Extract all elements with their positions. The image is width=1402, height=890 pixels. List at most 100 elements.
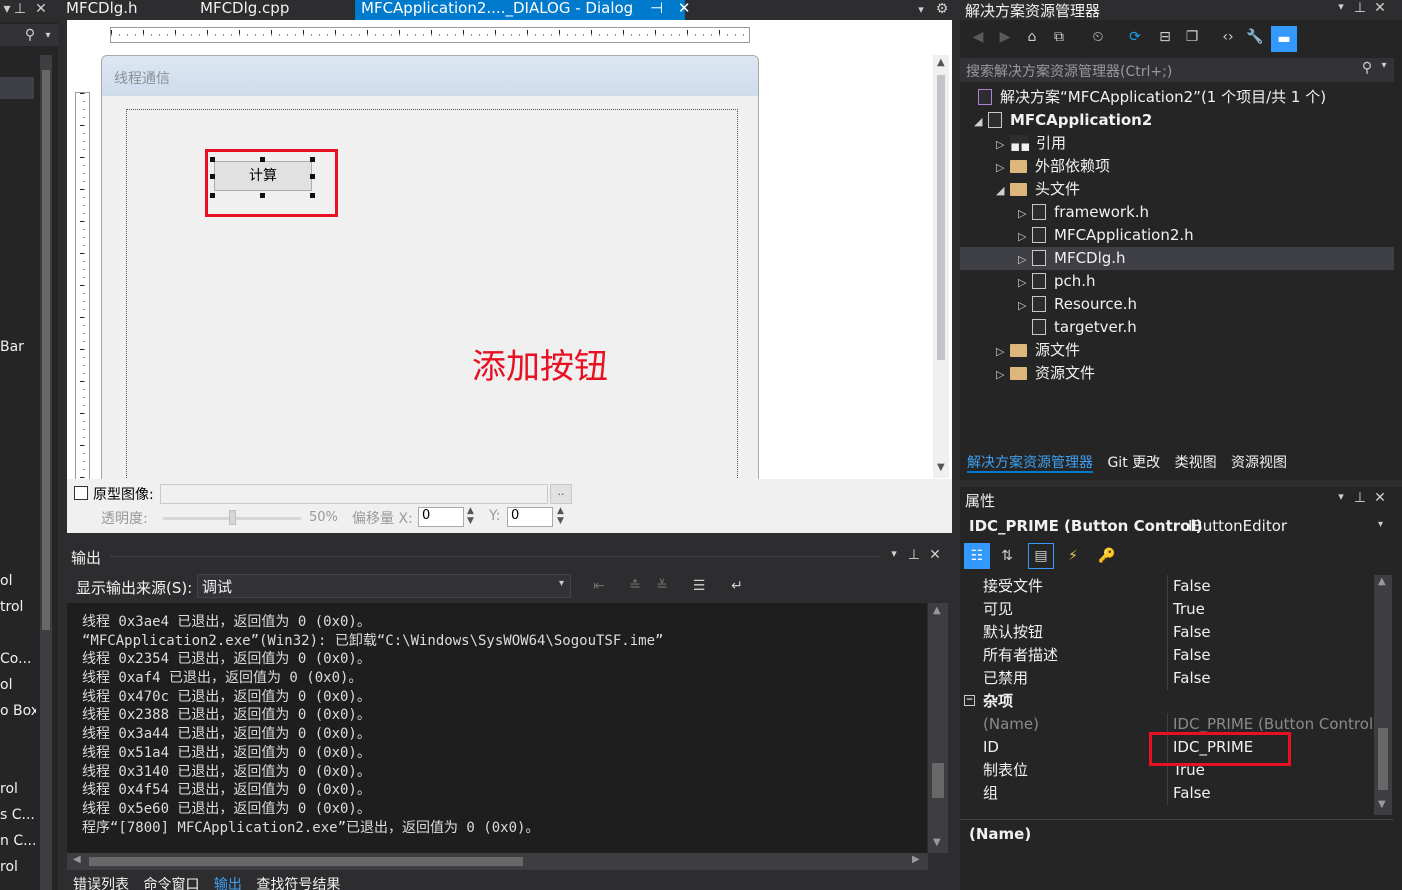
vertical-ruler[interactable] — [75, 92, 90, 498]
output-text-area[interactable]: 线程 0x3ae4 已退出，返回值为 0 (0x0)。 “MFCApplicat… — [67, 603, 927, 853]
tree-item-solution[interactable]: 解决方案“MFCApplication2”(1 个项目/共 1 个) — [960, 86, 1394, 109]
sync-icon[interactable]: ⟳ — [1125, 29, 1145, 45]
property-row[interactable]: 默认按钮 False — [960, 621, 1372, 644]
tree-item-header-files[interactable]: ◢ 头文件 — [960, 178, 1394, 201]
scroll-thumb[interactable] — [932, 763, 944, 798]
property-value[interactable]: False — [1173, 644, 1211, 667]
expanded-arrow-icon[interactable]: ◢ — [974, 110, 988, 133]
tab-mfcdlg-cpp[interactable]: MFCDlg.cpp — [200, 0, 350, 20]
collapsed-arrow-icon[interactable]: ▷ — [1018, 294, 1032, 317]
tab-mfcdlg-h[interactable]: MFCDlg.h — [66, 0, 196, 20]
dialog-window[interactable]: 线程通信 计算 添加按钮 — [101, 55, 759, 500]
back-icon[interactable]: ◀ — [968, 29, 988, 45]
opacity-slider-thumb[interactable] — [229, 510, 236, 525]
property-value[interactable]: False — [1173, 782, 1211, 805]
alphabetical-icon[interactable]: ⇅ — [994, 543, 1020, 569]
close-icon[interactable]: ✕ — [32, 0, 50, 18]
tab-solution-explorer[interactable]: 解决方案资源管理器 — [967, 455, 1093, 473]
tab-dialog[interactable]: MFCApplication2...._DIALOG - Dialog ⊣ ✕ — [355, 0, 690, 20]
property-value[interactable]: True — [1173, 598, 1205, 621]
property-row[interactable]: 接受文件 False — [960, 575, 1372, 598]
collapsed-arrow-icon[interactable]: ▷ — [1018, 202, 1032, 225]
tree-item-file[interactable]: ▷ MFCApplication2.h — [960, 224, 1394, 247]
tree-item-file[interactable]: ▷ Resource.h — [960, 293, 1394, 316]
close-icon[interactable]: ✕ — [678, 0, 691, 17]
goto-previous-icon[interactable]: ⇤ — [589, 576, 609, 596]
browse-button[interactable]: .. — [550, 484, 572, 504]
toolbox-item[interactable]: Co... — [0, 651, 36, 667]
tab-git-changes[interactable]: Git 更改 — [1107, 455, 1160, 471]
collapsed-arrow-icon[interactable]: ▷ — [996, 363, 1010, 386]
forward-icon[interactable]: ▶ — [995, 29, 1015, 45]
toolbox-item[interactable]: Bar — [0, 339, 36, 355]
tab-command-window[interactable]: 命令窗口 — [143, 877, 199, 890]
word-wrap-icon[interactable]: ↵ — [727, 576, 747, 596]
close-icon[interactable]: ✕ — [927, 547, 943, 563]
collapsed-arrow-icon[interactable]: ▷ — [996, 340, 1010, 363]
scroll-right-icon[interactable]: ▶ — [912, 854, 920, 865]
collapsed-arrow-icon[interactable]: ▷ — [1018, 248, 1032, 271]
panel-grip[interactable] — [111, 556, 879, 557]
collapsed-arrow-icon[interactable]: ▷ — [1018, 225, 1032, 248]
pending-changes-icon[interactable]: ⏲ — [1088, 29, 1108, 45]
collapsed-arrow-icon[interactable]: ▷ — [996, 133, 1010, 156]
clear-all-icon[interactable]: ☰ — [689, 576, 709, 596]
scroll-up-icon[interactable]: ▲ — [1378, 576, 1386, 587]
switch-views-icon[interactable]: ⧉ — [1049, 29, 1069, 45]
pin-icon[interactable]: ⊥ — [907, 547, 921, 563]
pin-icon[interactable]: ⊥ — [1353, 490, 1367, 506]
events-icon[interactable]: ⚡ — [1060, 543, 1086, 569]
scroll-down-icon[interactable]: ▼ — [1378, 799, 1386, 810]
prototype-checkbox[interactable] — [74, 486, 88, 500]
scroll-thumb[interactable] — [937, 75, 945, 360]
prototype-path-field[interactable] — [160, 484, 548, 504]
next-message-icon[interactable]: ≚ — [652, 576, 672, 596]
output-h-scrollbar[interactable]: ◀ ▶ — [67, 853, 928, 870]
property-value[interactable]: False — [1173, 575, 1211, 598]
property-value[interactable]: False — [1173, 621, 1211, 644]
code-view-icon[interactable]: ‹› — [1218, 29, 1238, 45]
output-v-scrollbar[interactable]: ▲ ▼ — [928, 603, 948, 853]
show-all-files-icon[interactable]: ❐ — [1182, 29, 1202, 45]
property-row[interactable]: 组 False — [960, 782, 1372, 805]
home-icon[interactable]: ⌂ — [1022, 29, 1042, 45]
scroll-thumb[interactable] — [1378, 728, 1388, 790]
output-source-dropdown[interactable]: 调试 ▾ — [197, 574, 571, 598]
object-selector[interactable]: IDC_PRIME (Button Control) IButtonEditor… — [960, 515, 1394, 539]
close-icon[interactable]: ✕ — [1372, 490, 1388, 506]
toolbox-item[interactable]: rol — [0, 859, 36, 875]
previous-message-icon[interactable]: ≛ — [625, 576, 645, 596]
chevron-down-icon[interactable]: ▾ — [913, 0, 929, 18]
tree-item-file[interactable]: targetver.h — [960, 316, 1394, 339]
solution-search-box[interactable]: 搜索解决方案资源管理器(Ctrl+;) ⚲ ▾ — [960, 58, 1394, 82]
chevron-down-icon[interactable]: ▾ — [1334, 490, 1348, 503]
toolbox-scroll-thumb[interactable] — [42, 70, 50, 630]
offset-x-spinner[interactable]: 0 — [418, 507, 464, 527]
designer-scrollbar[interactable]: ▲ ▼ — [933, 55, 949, 478]
collapse-icon[interactable]: − — [964, 695, 975, 706]
chevron-down-icon[interactable]: ▾ — [887, 547, 901, 560]
tree-item-external-deps[interactable]: ▷ 外部依赖项 — [960, 155, 1394, 178]
tree-item-file[interactable]: ▷ pch.h — [960, 270, 1394, 293]
spinner-arrows-icon[interactable]: ▲ ▼ — [467, 506, 474, 526]
properties-scrollbar[interactable]: ▲ ▼ — [1374, 575, 1392, 815]
gear-icon[interactable]: ⚙ — [934, 0, 950, 18]
tree-item-project[interactable]: ◢ MFCApplication2 — [960, 109, 1394, 132]
horizontal-ruler[interactable] — [110, 27, 750, 43]
scroll-up-icon[interactable]: ▲ — [933, 605, 941, 616]
tab-class-view[interactable]: 类视图 — [1175, 455, 1217, 471]
search-icon[interactable]: ⚲ — [1358, 60, 1376, 76]
tab-find-symbol-results[interactable]: 查找符号结果 — [256, 877, 340, 890]
expanded-arrow-icon[interactable]: ◢ — [996, 179, 1010, 202]
chevron-down-icon[interactable]: ▾ — [559, 578, 564, 589]
property-row[interactable]: 可见 True — [960, 598, 1372, 621]
tree-item-resource-files[interactable]: ▷ 资源文件 — [960, 362, 1394, 385]
tab-output[interactable]: 输出 — [213, 877, 242, 890]
scroll-down-icon[interactable]: ▼ — [933, 837, 941, 848]
spinner-arrows-icon[interactable]: ▲ ▼ — [557, 506, 564, 526]
toolbox-item[interactable]: trol — [0, 599, 36, 615]
close-icon[interactable]: ✕ — [1372, 0, 1388, 16]
scroll-down-icon[interactable]: ▼ — [937, 462, 945, 473]
collapse-all-icon[interactable]: ⊟ — [1155, 29, 1175, 45]
offset-y-spinner[interactable]: 0 — [507, 507, 553, 527]
